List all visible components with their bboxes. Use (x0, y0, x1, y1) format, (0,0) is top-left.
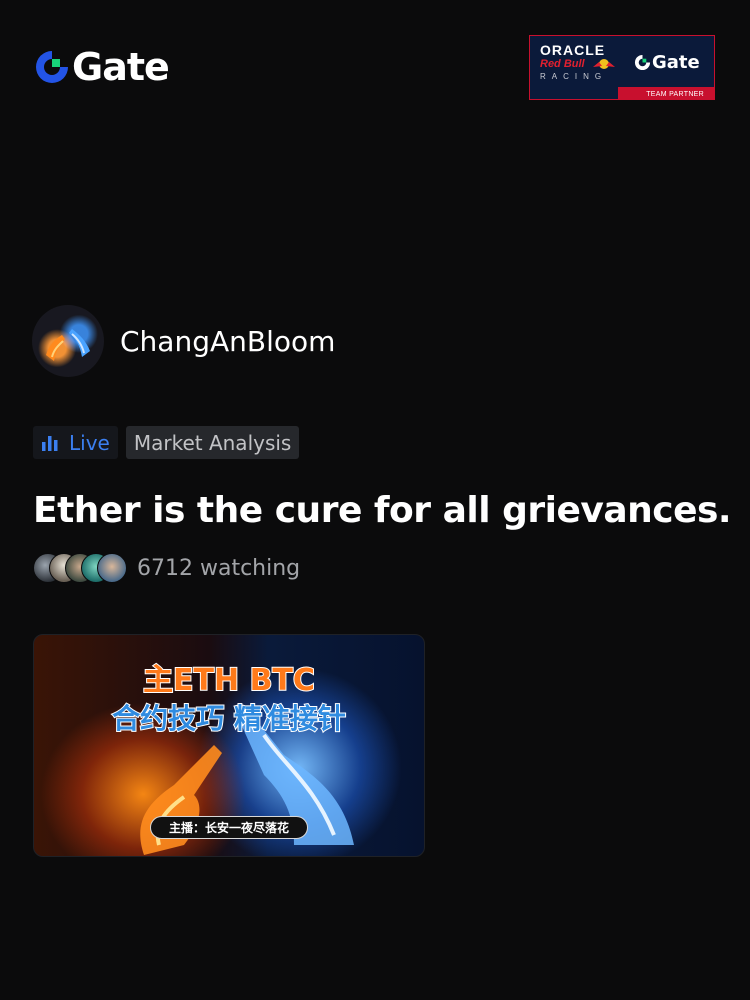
thumbnail-headline-1: 主ETH BTC (142, 662, 316, 699)
viewer-count: 6712 watching (137, 555, 301, 581)
gate-logo-icon (634, 54, 651, 71)
thumbnail-host-label: 主播：长安一夜尽落花 (150, 816, 308, 839)
viewer-avatar (97, 553, 127, 583)
partner-gate-logo: Gate (634, 52, 700, 73)
gate-logo-icon (36, 51, 68, 83)
gate-logo[interactable]: Gate (34, 45, 170, 89)
partner-line-racing: RACING (540, 72, 608, 81)
live-badge: Live (33, 426, 118, 459)
viewer-summary: 6712 watching (33, 553, 300, 583)
live-label: Live (69, 430, 110, 455)
team-partner-banner[interactable]: ORACLE Red Bull RACING Gate TEAM PARTNER (529, 35, 715, 100)
viewer-avatars (33, 553, 127, 583)
streamer-profile[interactable]: ChangAnBloom (32, 305, 335, 377)
streamer-avatar[interactable] (32, 305, 104, 377)
fire-ice-hands-icon (46, 329, 90, 361)
thumbnail-headline-2: 合约技巧 精准接针 (111, 701, 347, 736)
stream-title: Ether is the cure for all grievances. (33, 490, 732, 531)
partner-gate-text: Gate (652, 52, 700, 73)
category-label: Market Analysis (133, 430, 292, 455)
streamer-name[interactable]: ChangAnBloom (120, 325, 335, 358)
redbull-bulls-icon (593, 59, 615, 69)
stream-tags: Live Market Analysis (33, 426, 300, 459)
category-tag[interactable]: Market Analysis (125, 426, 300, 459)
gate-logo-text: Gate (72, 45, 170, 89)
partner-line-redbull: Red Bull (540, 58, 585, 70)
stream-thumbnail[interactable]: 主ETH BTC 合约技巧 精准接针 主播：长安一夜尽落花 (33, 634, 425, 857)
live-bars-icon (42, 435, 58, 451)
partner-line-oracle: ORACLE (540, 42, 606, 58)
partner-footer-text: TEAM PARTNER (646, 91, 704, 98)
